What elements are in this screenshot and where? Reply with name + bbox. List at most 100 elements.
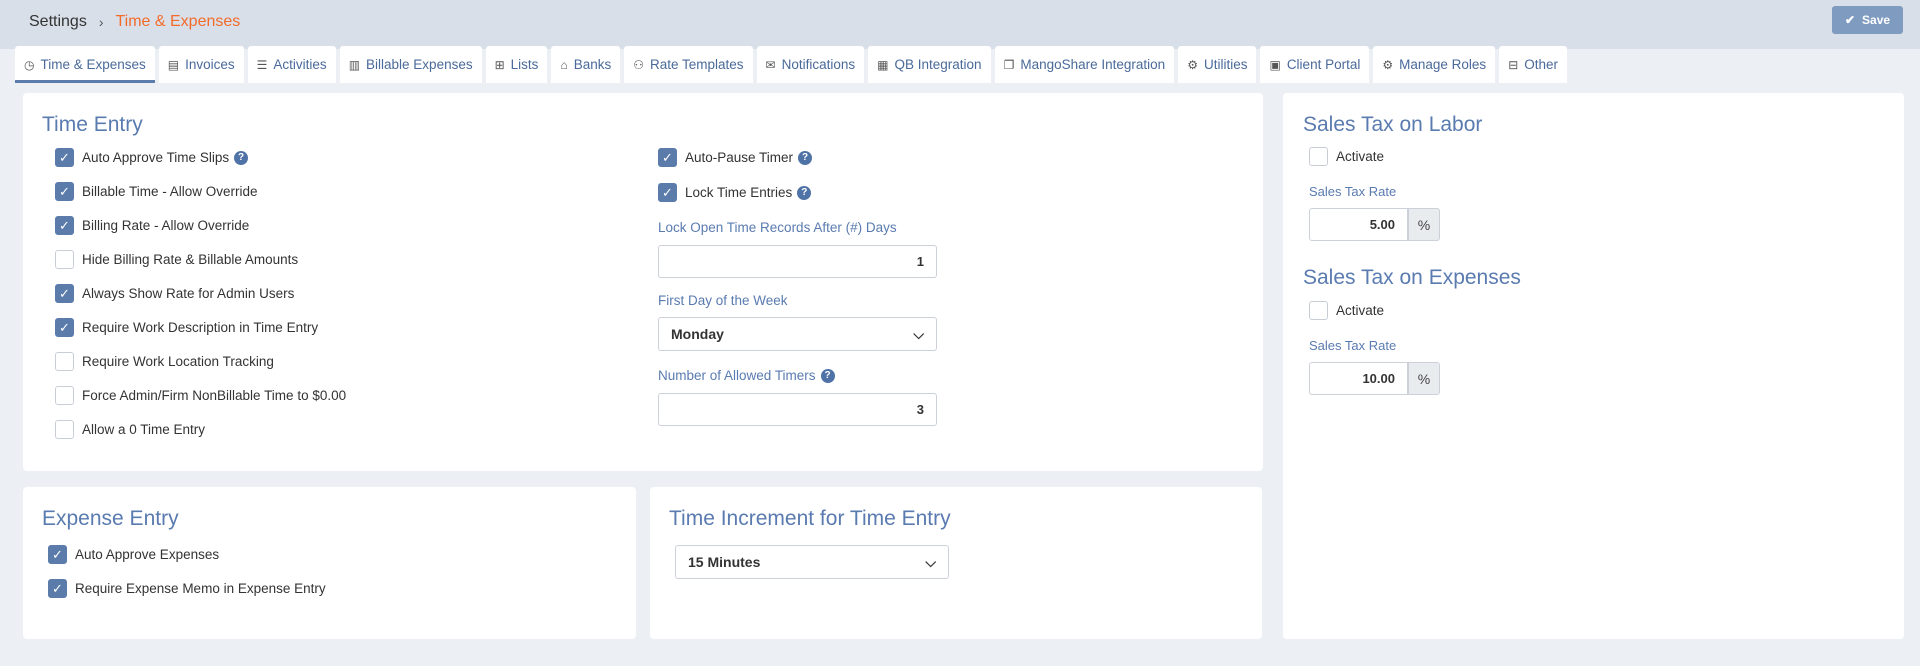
checkbox-label: Billable Time - Allow Override bbox=[82, 184, 258, 199]
checkbox-label: Auto-Pause Timer bbox=[685, 150, 794, 165]
option-auto-approve-expenses[interactable]: ✓ Auto Approve Expenses bbox=[48, 545, 219, 564]
option-require-work-location-tracking[interactable]: Require Work Location Tracking bbox=[55, 352, 274, 371]
top-bar: Settings › Time & Expenses ✔ Save bbox=[0, 0, 1920, 49]
tab-banks[interactable]: ⌂ Banks bbox=[551, 46, 621, 83]
breadcrumb-settings[interactable]: Settings bbox=[29, 13, 87, 31]
time-increment-panel: Time Increment for Time Entry 15 Minutes… bbox=[650, 487, 1262, 639]
users-icon: ⚇ bbox=[633, 57, 644, 72]
breadcrumb-separator: › bbox=[98, 14, 104, 30]
help-icon[interactable]: ? bbox=[820, 368, 835, 383]
option-require-expense-memo-in-expense-entry[interactable]: ✓ Require Expense Memo in Expense Entry bbox=[48, 579, 326, 598]
checkbox[interactable] bbox=[55, 352, 74, 371]
roles-icon: ⚙ bbox=[1382, 57, 1394, 72]
chevron-down-icon: ⌵ bbox=[925, 553, 936, 570]
checkbox[interactable] bbox=[1309, 301, 1328, 320]
tab-mangoshare-integration[interactable]: ❐ MangoShare Integration bbox=[994, 46, 1175, 83]
portal-icon: ▣ bbox=[1269, 57, 1281, 72]
tab-lists[interactable]: ⊞ Lists bbox=[485, 46, 548, 83]
tab-label: Banks bbox=[573, 57, 612, 72]
option-lock-time-entries[interactable]: ✓ Lock Time Entries? bbox=[658, 183, 812, 202]
option-billing-rate-allow-override[interactable]: ✓ Billing Rate - Allow Override bbox=[55, 216, 249, 235]
bank-icon: ⌂ bbox=[560, 57, 568, 72]
option-allow-a-0-time-entry[interactable]: Allow a 0 Time Entry bbox=[55, 420, 205, 439]
labor-rate-input[interactable]: 5.00 bbox=[1309, 208, 1408, 241]
checkbox[interactable] bbox=[55, 386, 74, 405]
cogs-icon: ⚙ bbox=[1187, 57, 1198, 72]
option-auto-approve-time-slips[interactable]: ✓ Auto Approve Time Slips? bbox=[55, 148, 249, 167]
tab-label: Client Portal bbox=[1286, 57, 1361, 72]
tab-label: Invoices bbox=[185, 57, 235, 72]
expenses-rate-label: Sales Tax Rate bbox=[1309, 338, 1397, 353]
grid-icon: ⊟ bbox=[1508, 57, 1519, 72]
tab-label: MangoShare Integration bbox=[1020, 57, 1166, 72]
tab-client-portal[interactable]: ▣ Client Portal bbox=[1260, 46, 1370, 83]
option-always-show-rate-for-admin-users[interactable]: ✓ Always Show Rate for Admin Users bbox=[55, 284, 294, 303]
tab-rate-templates[interactable]: ⚇ Rate Templates bbox=[624, 46, 753, 83]
checkbox[interactable]: ✓ bbox=[55, 216, 74, 235]
expenses-rate-input[interactable]: 10.00 bbox=[1309, 362, 1408, 395]
checkbox-label: Lock Time Entries bbox=[685, 185, 793, 200]
tab-label: Rate Templates bbox=[649, 57, 744, 72]
checkbox-label: Require Work Location Tracking bbox=[82, 354, 274, 369]
table-icon: ⊞ bbox=[494, 57, 505, 72]
panel-title: Time Entry bbox=[42, 113, 143, 136]
help-icon[interactable]: ? bbox=[798, 150, 813, 165]
checkbox[interactable]: ✓ bbox=[658, 148, 677, 167]
percent-addon: % bbox=[1408, 362, 1440, 395]
checkbox[interactable] bbox=[55, 420, 74, 439]
checkbox-label: Activate bbox=[1336, 303, 1385, 318]
tab-label: Utilities bbox=[1203, 57, 1248, 72]
envelope-icon: ✉ bbox=[765, 57, 776, 72]
option-auto-pause-timer[interactable]: ✓ Auto-Pause Timer? bbox=[658, 148, 813, 167]
checkbox-label: Force Admin/Firm NonBillable Time to $0.… bbox=[82, 388, 347, 403]
tab-other[interactable]: ⊟ Other bbox=[1499, 46, 1568, 83]
checkbox-label: Hide Billing Rate & Billable Amounts bbox=[82, 252, 299, 267]
option-billable-time-allow-override[interactable]: ✓ Billable Time - Allow Override bbox=[55, 182, 258, 201]
tab-time-expenses[interactable]: ◷ Time & Expenses bbox=[15, 46, 155, 83]
checkbox[interactable]: ✓ bbox=[658, 183, 677, 202]
checkbox[interactable]: ✓ bbox=[55, 284, 74, 303]
timers-input[interactable]: 3 bbox=[658, 393, 937, 426]
tab-label: Notifications bbox=[781, 57, 856, 72]
checkbox-label: Require Expense Memo in Expense Entry bbox=[75, 581, 326, 596]
expenses-activate[interactable]: Activate bbox=[1309, 301, 1384, 320]
help-icon[interactable]: ? bbox=[234, 150, 249, 165]
first-day-label: First Day of the Week bbox=[658, 293, 788, 308]
option-force-admin-firm-nonbillable-time-to-0-00[interactable]: Force Admin/Firm NonBillable Time to $0.… bbox=[55, 386, 346, 405]
lock-after-input[interactable]: 1 bbox=[658, 245, 937, 278]
checkbox[interactable] bbox=[55, 250, 74, 269]
checkbox[interactable] bbox=[1309, 147, 1328, 166]
lock-after-label: Lock Open Time Records After (#) Days bbox=[658, 220, 897, 235]
checkbox[interactable]: ✓ bbox=[48, 545, 67, 564]
tab-qb-integration[interactable]: ▦ QB Integration bbox=[868, 46, 991, 83]
checkbox[interactable]: ✓ bbox=[55, 318, 74, 337]
labor-activate[interactable]: Activate bbox=[1309, 147, 1384, 166]
tab-billable-expenses[interactable]: ▥ Billable Expenses bbox=[339, 46, 482, 83]
tab-invoices[interactable]: ▤ Invoices bbox=[158, 46, 244, 83]
tab-notifications[interactable]: ✉ Notifications bbox=[756, 46, 865, 83]
option-hide-billing-rate-billable-amounts[interactable]: Hide Billing Rate & Billable Amounts bbox=[55, 250, 298, 269]
tab-utilities[interactable]: ⚙ Utilities bbox=[1178, 46, 1257, 83]
tab-label: Other bbox=[1524, 57, 1559, 72]
save-button[interactable]: ✔ Save bbox=[1832, 6, 1903, 34]
checkbox[interactable]: ✓ bbox=[55, 182, 74, 201]
sales-tax-panel: Sales Tax on Labor Activate Sales Tax Ra… bbox=[1283, 93, 1904, 639]
labor-rate-label: Sales Tax Rate bbox=[1309, 184, 1397, 199]
panel-title: Expense Entry bbox=[42, 507, 179, 530]
tab-manage-roles[interactable]: ⚙ Manage Roles bbox=[1373, 46, 1496, 83]
checkbox-label: Auto Approve Expenses bbox=[75, 547, 220, 562]
breadcrumb: Settings › Time & Expenses bbox=[29, 13, 240, 31]
folder-icon: ❐ bbox=[1003, 57, 1015, 72]
checkbox[interactable]: ✓ bbox=[55, 148, 74, 167]
list-icon: ☰ bbox=[256, 57, 268, 72]
breadcrumb-current: Time & Expenses bbox=[115, 13, 241, 30]
tab-activities[interactable]: ☰ Activities bbox=[247, 46, 336, 83]
checkbox-label: Auto Approve Time Slips bbox=[82, 150, 230, 165]
checkbox[interactable]: ✓ bbox=[48, 579, 67, 598]
first-day-select[interactable]: Monday ⌵ bbox=[658, 317, 937, 351]
checkbox-label: Always Show Rate for Admin Users bbox=[82, 286, 295, 301]
help-icon[interactable]: ? bbox=[797, 185, 812, 200]
option-require-work-description-in-time-entry[interactable]: ✓ Require Work Description in Time Entry bbox=[55, 318, 318, 337]
time-increment-select[interactable]: 15 Minutes ⌵ bbox=[675, 545, 949, 579]
tab-label: Manage Roles bbox=[1399, 57, 1487, 72]
